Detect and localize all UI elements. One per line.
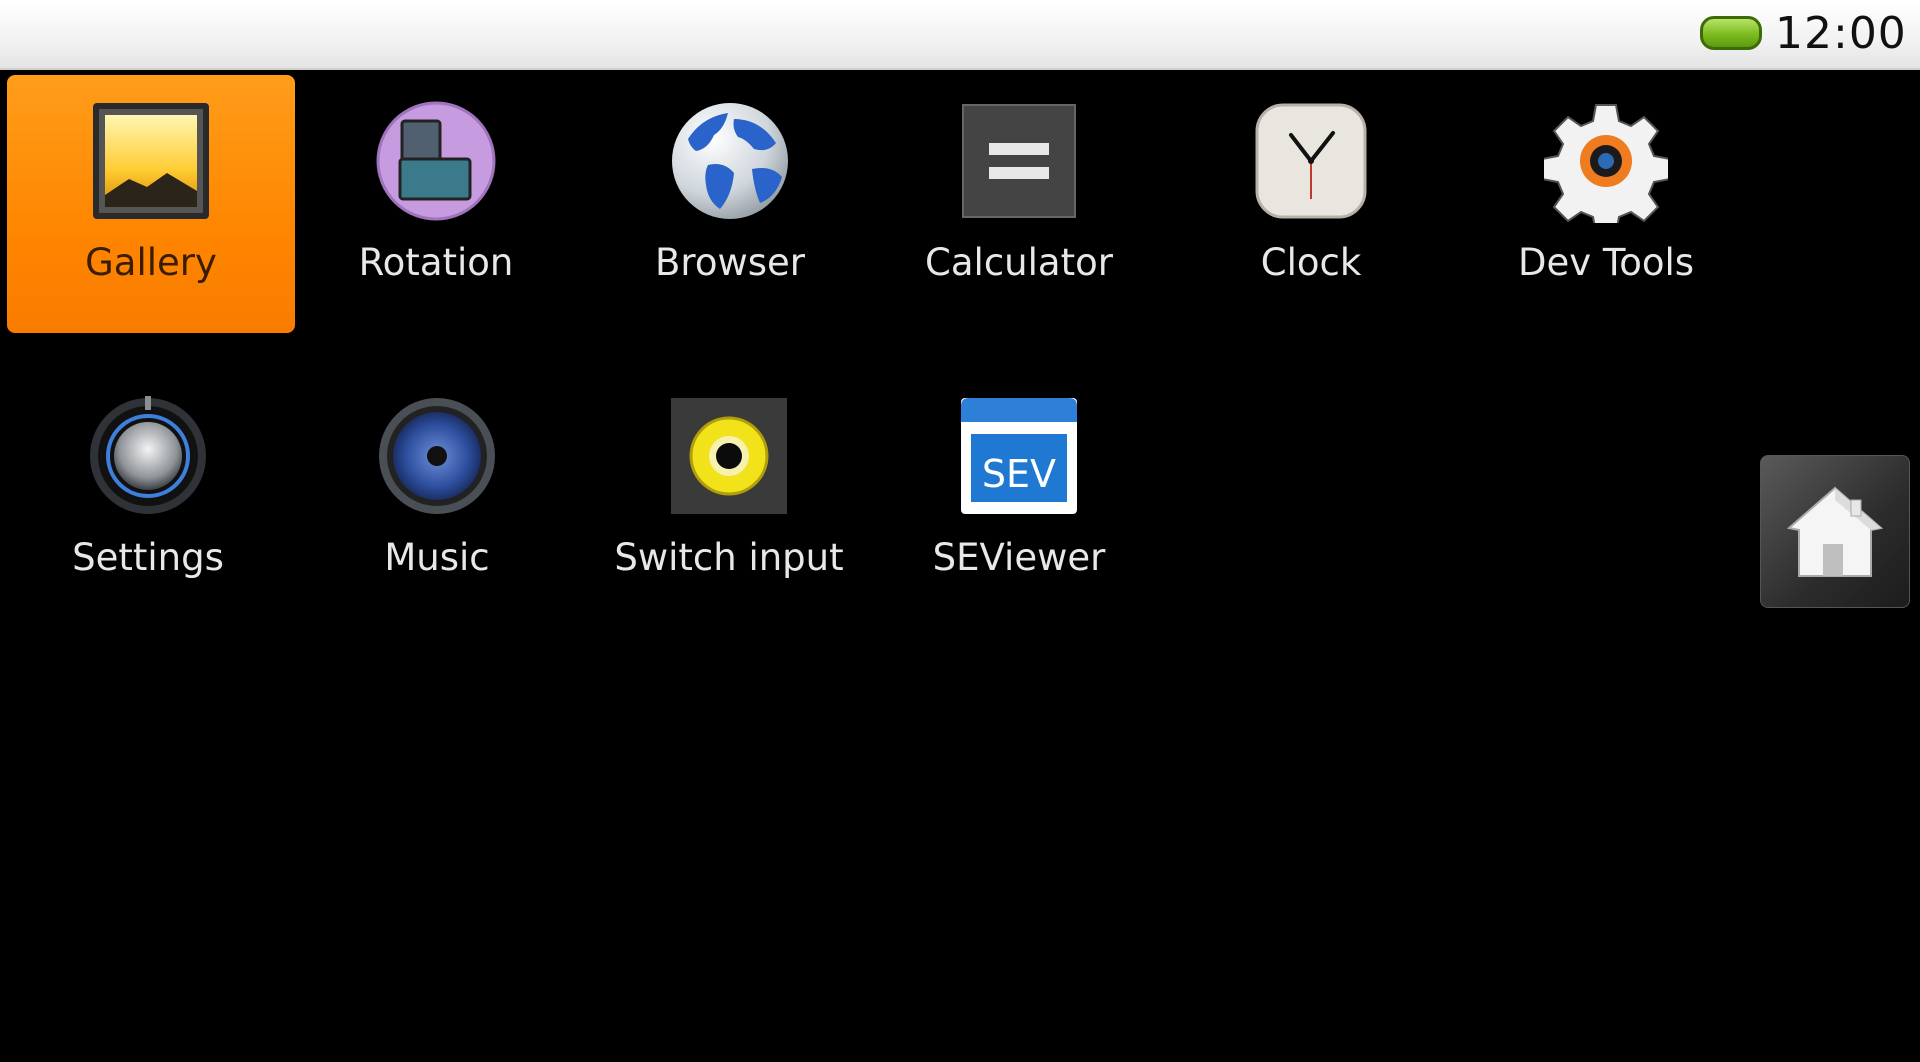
app-label: Dev Tools bbox=[1517, 241, 1695, 284]
calculator-icon bbox=[957, 99, 1081, 223]
app-calculator[interactable]: Calculator bbox=[875, 75, 1163, 333]
app-label: SEViewer bbox=[932, 536, 1106, 579]
home-icon bbox=[1786, 486, 1884, 577]
gear-icon bbox=[1544, 99, 1668, 223]
settings-knob-icon bbox=[86, 394, 210, 518]
app-label: Calculator bbox=[925, 241, 1113, 284]
app-dev-tools[interactable]: Dev Tools bbox=[1462, 75, 1750, 333]
app-music[interactable]: Music bbox=[293, 370, 581, 628]
gallery-icon bbox=[89, 99, 213, 223]
app-label: Music bbox=[384, 536, 490, 579]
app-seviewer[interactable]: SEV SEViewer bbox=[875, 370, 1163, 628]
rotation-icon bbox=[374, 99, 498, 223]
rca-jack-icon bbox=[667, 394, 791, 518]
app-rotation[interactable]: Rotation bbox=[292, 75, 580, 333]
app-gallery[interactable]: Gallery bbox=[7, 75, 295, 333]
globe-icon bbox=[668, 99, 792, 223]
seviewer-icon: SEV bbox=[957, 394, 1081, 518]
app-label: Gallery bbox=[85, 241, 217, 284]
status-bar: 12:00 bbox=[0, 0, 1920, 70]
svg-text:SEV: SEV bbox=[982, 452, 1056, 496]
clock-icon bbox=[1249, 99, 1373, 223]
speaker-icon bbox=[375, 394, 499, 518]
app-clock[interactable]: Clock bbox=[1167, 75, 1455, 333]
home-button[interactable] bbox=[1760, 455, 1910, 608]
status-time: 12:00 bbox=[1775, 8, 1907, 59]
app-switch-input[interactable]: Switch input bbox=[585, 370, 873, 628]
app-settings[interactable]: Settings bbox=[4, 370, 292, 628]
app-label: Clock bbox=[1260, 241, 1362, 284]
home-screen: 12:00 Gallery Rotation Browser Calculato… bbox=[0, 0, 1920, 1062]
battery-icon bbox=[1700, 14, 1764, 50]
app-label: Rotation bbox=[358, 241, 514, 284]
app-label: Switch input bbox=[614, 536, 844, 579]
app-label: Settings bbox=[72, 536, 224, 579]
app-label: Browser bbox=[655, 241, 805, 284]
app-browser[interactable]: Browser bbox=[586, 75, 874, 333]
